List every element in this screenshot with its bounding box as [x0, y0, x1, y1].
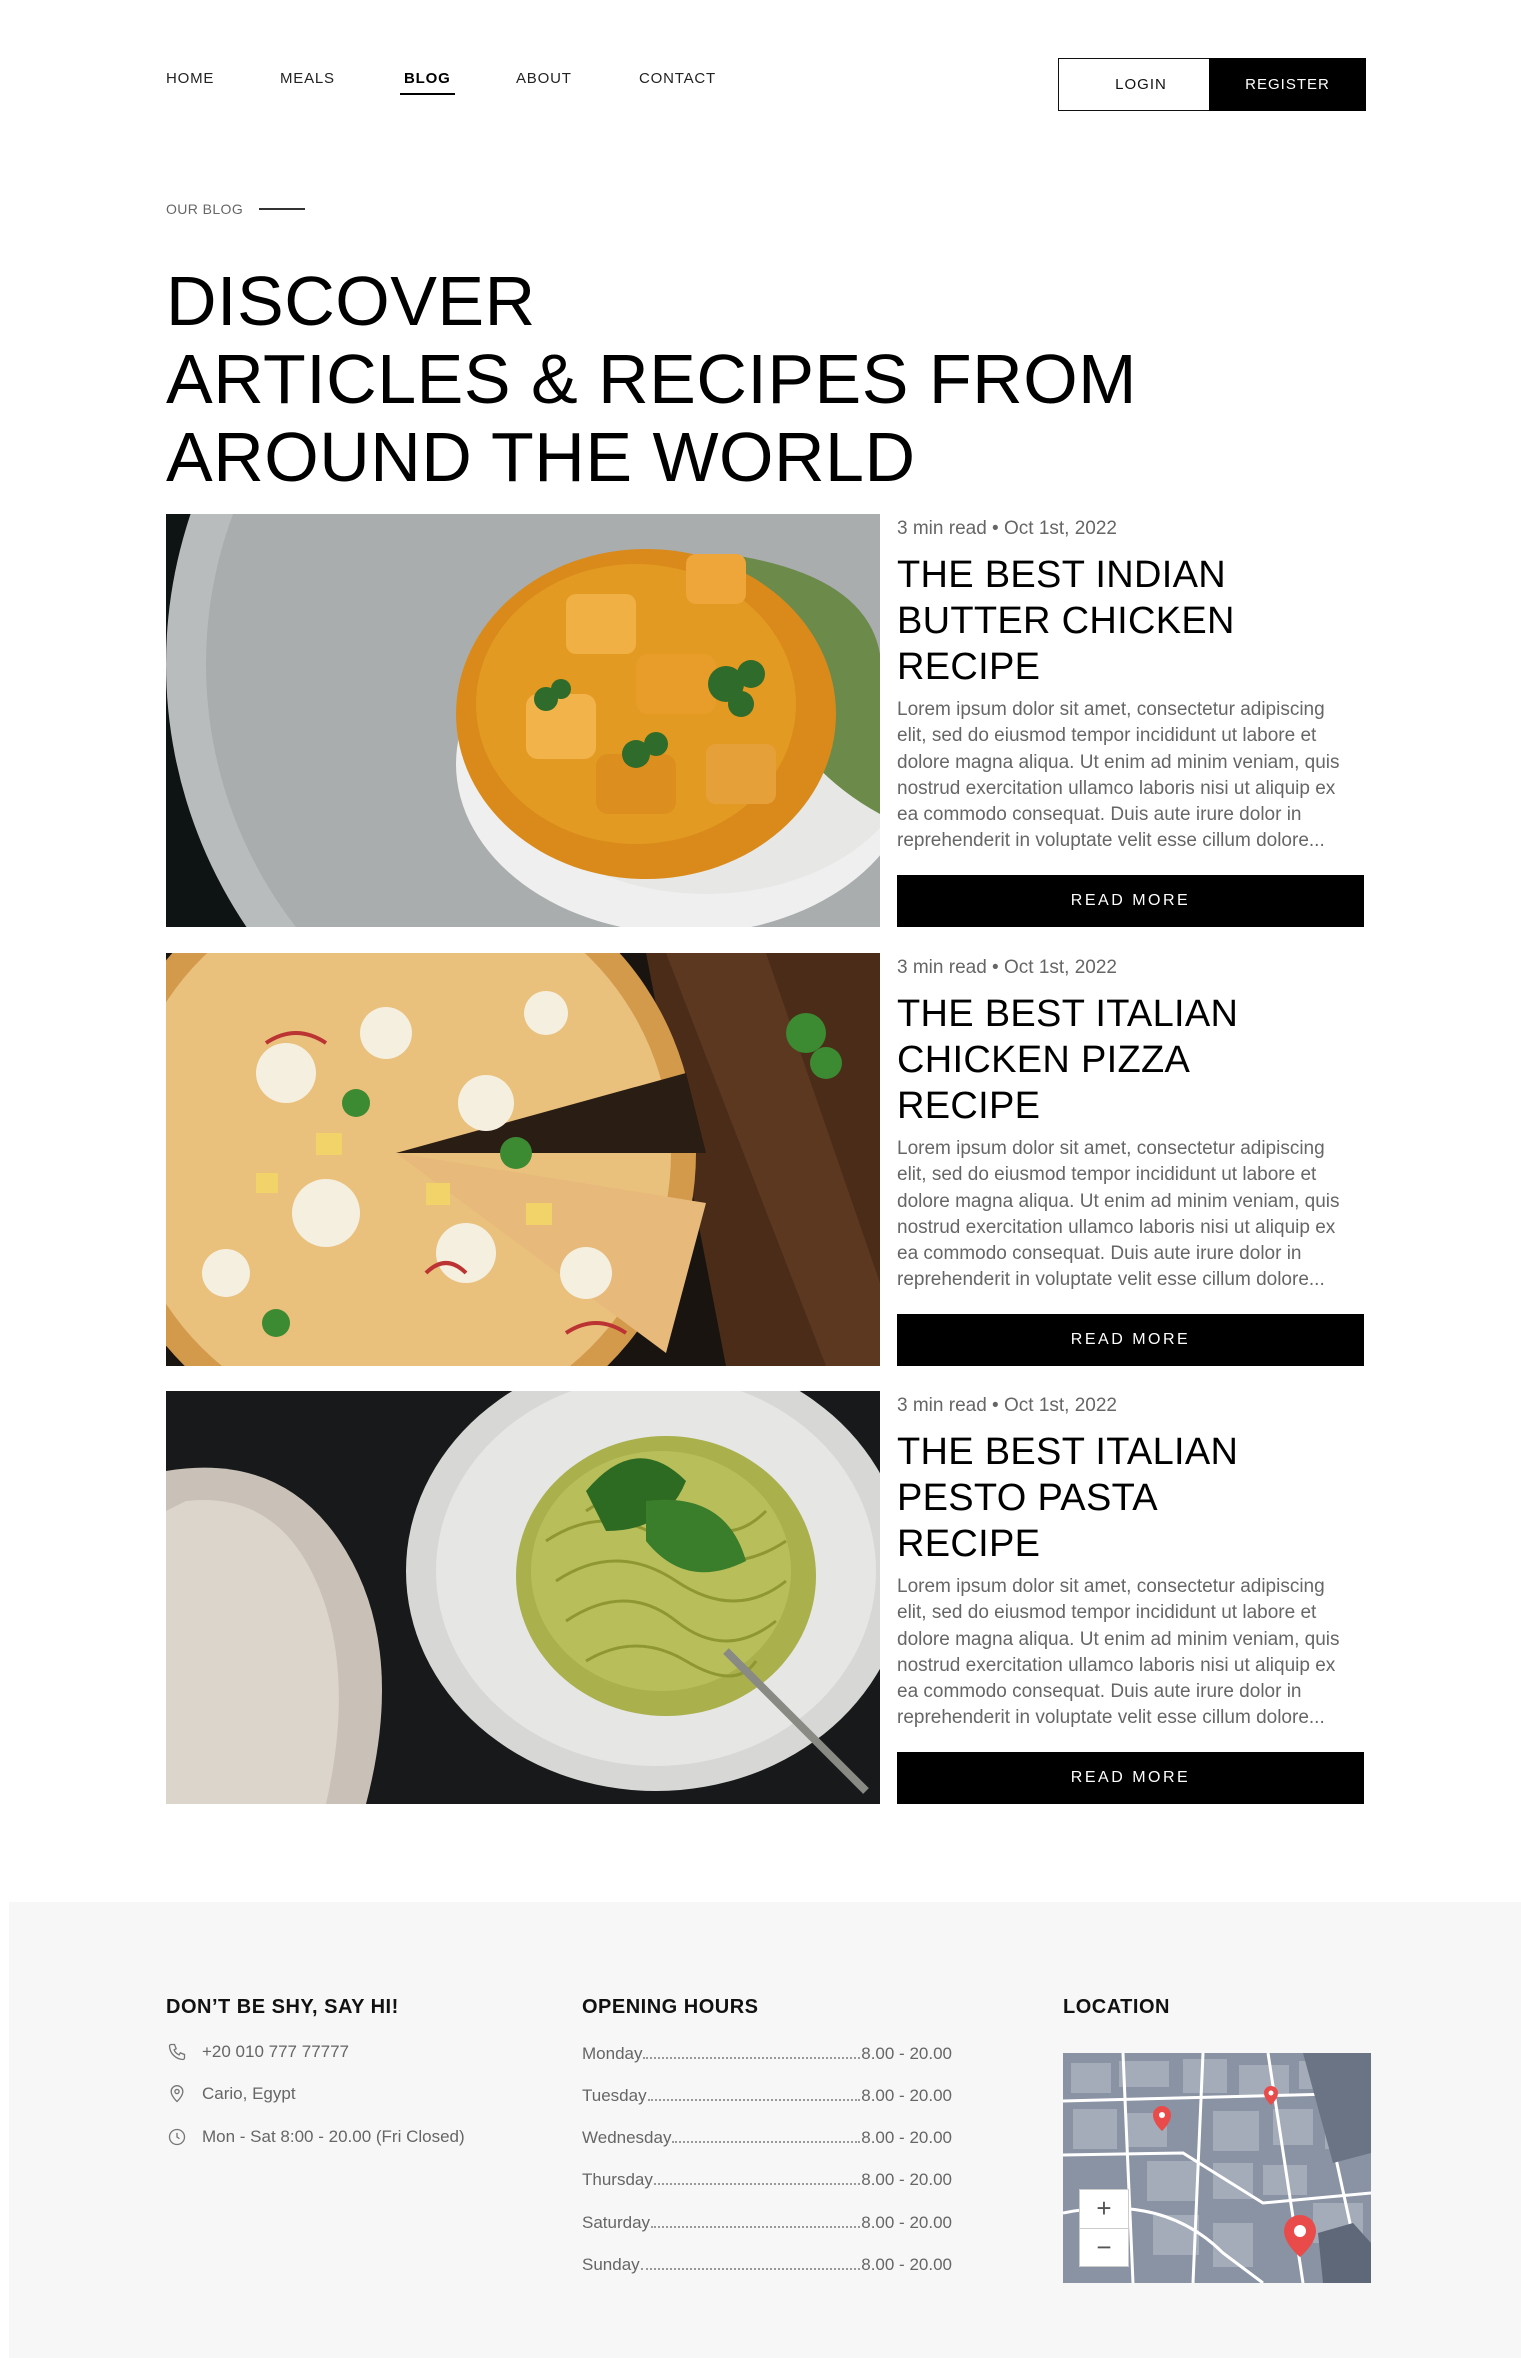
hours-row: Monday 8.00 - 20.00 [582, 2044, 952, 2064]
article-title[interactable]: THE BEST ITALIAN PESTO PASTA RECIPE [897, 1429, 1337, 1567]
article-title-line-2: CHICKEN PIZZA [897, 1039, 1191, 1081]
article-meta: 3 min read • Oct 1st, 2022 [897, 518, 1117, 539]
register-button[interactable]: REGISTER [1209, 58, 1366, 111]
phone-number[interactable]: +20 010 777 77777 [202, 2042, 349, 2062]
article-meta: 3 min read • Oct 1st, 2022 [897, 957, 1117, 978]
butter-chicken-image[interactable] [166, 514, 880, 927]
hours-day: Monday [582, 2044, 643, 2063]
zoom-out-button[interactable]: − [1080, 2229, 1128, 2267]
chicken-pizza-image[interactable] [166, 953, 880, 1366]
location-pin-icon [166, 2083, 188, 2105]
article-title[interactable]: THE BEST INDIAN BUTTER CHICKEN RECIPE [897, 552, 1337, 690]
contact-phone: +20 010 777 77777 [166, 2041, 349, 2063]
hours-leader [640, 2268, 861, 2270]
hours-day: Tuesday [582, 2086, 647, 2105]
map-zoom-controls: + − [1079, 2189, 1129, 2267]
opening-hours-heading: OPENING HOURS [582, 1996, 759, 2018]
location-heading: LOCATION [1063, 1996, 1170, 2018]
hours-leader [653, 2183, 861, 2185]
hours-time: 8.00 - 20.00 [861, 2128, 952, 2147]
read-more-button[interactable]: READ MORE [897, 1314, 1364, 1366]
article-title[interactable]: THE BEST ITALIAN CHICKEN PIZZA RECIPE [897, 991, 1337, 1129]
hours-row: Wednesday 8.00 - 20.00 [582, 2128, 952, 2148]
page-title: DISCOVER ARTICLES & RECIPES FROM AROUND … [166, 262, 1137, 496]
article-title-line-3: RECIPE [897, 1085, 1041, 1127]
hours-time: 8.00 - 20.00 [861, 2086, 952, 2105]
article-title-line-3: RECIPE [897, 646, 1041, 688]
read-more-button[interactable]: READ MORE [897, 1752, 1364, 1804]
hours-time: 8.00 - 20.00 [861, 2213, 952, 2232]
hours-leader [651, 2226, 861, 2228]
hours-leader [643, 2057, 861, 2059]
hours-day: Wednesday [582, 2128, 672, 2147]
hours-day: Sunday [582, 2255, 640, 2274]
hours-row: Sunday 8.00 - 20.00 [582, 2255, 952, 2275]
hours-row: Thursday 8.00 - 20.00 [582, 2170, 952, 2190]
article-meta: 3 min read • Oct 1st, 2022 [897, 1395, 1117, 1416]
hours-time: 8.00 - 20.00 [861, 2255, 952, 2274]
article-title-line-2: PESTO PASTA [897, 1477, 1158, 1519]
hours-time: 8.00 - 20.00 [861, 2170, 952, 2189]
clock-icon [166, 2126, 188, 2148]
article-card: 3 min read • Oct 1st, 2022 THE BEST ITAL… [166, 1391, 1366, 1804]
eyebrow-label: OUR BLOG [166, 201, 244, 217]
read-more-button[interactable]: READ MORE [897, 875, 1364, 927]
contact-hours: Mon - Sat 8:00 - 20.00 (Fri Closed) [166, 2126, 465, 2148]
article-title-line-1: THE BEST ITALIAN [897, 1431, 1239, 1473]
article-excerpt: Lorem ipsum dolor sit amet, consectetur … [897, 1576, 1340, 1729]
hours-day: Thursday [582, 2170, 653, 2189]
location-map[interactable]: + − [1063, 2053, 1371, 2283]
article-title-line-1: THE BEST INDIAN [897, 554, 1226, 596]
hours-day: Saturday [582, 2213, 651, 2232]
hours-leader [647, 2099, 861, 2101]
article-title-line-2: BUTTER CHICKEN [897, 600, 1235, 642]
address-text: Cario, Egypt [202, 2084, 296, 2103]
site-header: HOME MEALS BLOG ABOUT CONTACT LOGIN REGI… [0, 0, 1521, 160]
hours-leader [672, 2141, 861, 2143]
contact-heading: DON’T BE SHY, SAY HI! [166, 1996, 399, 2018]
title-line-2: ARTICLES & RECIPES FROM [166, 340, 1137, 418]
article-title-line-1: THE BEST ITALIAN [897, 993, 1239, 1035]
contact-address: Cario, Egypt [166, 2083, 296, 2105]
nav-about[interactable]: ABOUT [516, 70, 572, 87]
hours-time: 8.00 - 20.00 [861, 2044, 952, 2063]
article-card: 3 min read • Oct 1st, 2022 THE BEST ITAL… [166, 953, 1366, 1366]
zoom-in-button[interactable]: + [1080, 2190, 1128, 2229]
article-excerpt: Lorem ipsum dolor sit amet, consectetur … [897, 699, 1340, 852]
article-card: 3 min read • Oct 1st, 2022 THE BEST INDI… [166, 514, 1366, 927]
nav-blog[interactable]: BLOG [400, 70, 455, 95]
nav-meals[interactable]: MEALS [280, 70, 335, 87]
title-line-1: DISCOVER [166, 262, 536, 340]
hours-text: Mon - Sat 8:00 - 20.00 (Fri Closed) [202, 2127, 465, 2146]
login-button[interactable]: LOGIN [1058, 58, 1224, 111]
eyebrow-divider [259, 208, 306, 210]
pesto-pasta-image[interactable] [166, 1391, 880, 1804]
article-title-line-3: RECIPE [897, 1523, 1041, 1565]
phone-icon [166, 2041, 188, 2063]
hours-row: Saturday 8.00 - 20.00 [582, 2213, 952, 2233]
article-excerpt: Lorem ipsum dolor sit amet, consectetur … [897, 1138, 1340, 1291]
site-footer: DON’T BE SHY, SAY HI! +20 010 777 77777 … [9, 1902, 1521, 2358]
title-line-3: AROUND THE WORLD [166, 418, 916, 496]
section-eyebrow: OUR BLOG [166, 201, 306, 217]
hours-row: Tuesday 8.00 - 20.00 [582, 2086, 952, 2106]
nav-contact[interactable]: CONTACT [639, 70, 716, 87]
nav-home[interactable]: HOME [166, 70, 214, 87]
